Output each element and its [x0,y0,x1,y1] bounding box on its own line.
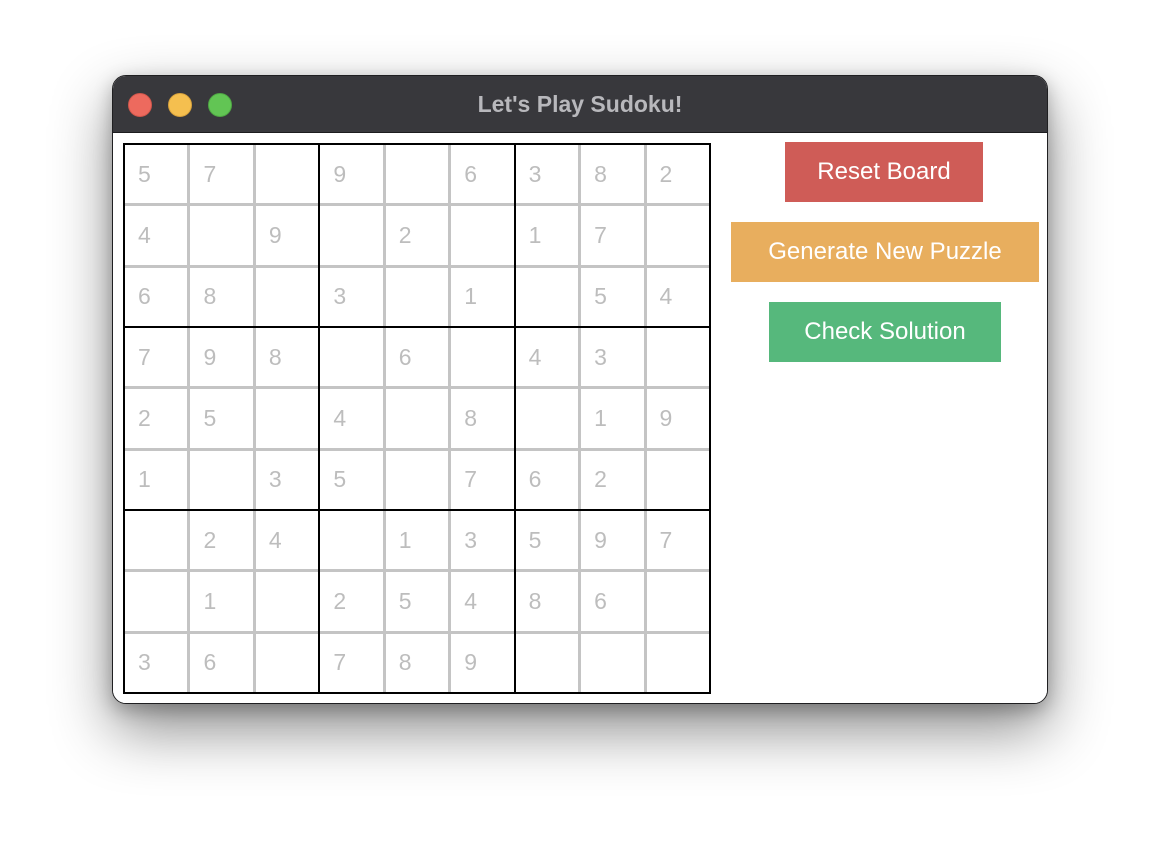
sudoku-cell[interactable]: 1 [125,450,188,509]
sudoku-box: 798 251 3 [125,328,319,509]
sudoku-cell[interactable]: 3 [515,145,579,204]
sudoku-cell[interactable] [646,328,709,387]
sudoku-cell[interactable] [646,572,709,631]
app-window: Let's Play Sudoku! 574968962313821754798… [112,75,1048,704]
window-content: 5749689623138217547982513648574319622413… [113,133,1047,703]
title-bar: Let's Play Sudoku! [113,76,1047,133]
sudoku-box: 382 1754 [515,145,709,326]
sudoku-cell[interactable]: 1 [385,511,449,570]
sudoku-cell[interactable] [125,572,188,631]
sudoku-cell[interactable] [646,633,709,692]
sudoku-cell[interactable]: 5 [515,511,579,570]
sudoku-cell[interactable]: 8 [581,145,644,204]
sudoku-cell[interactable]: 3 [255,450,319,509]
sudoku-cell[interactable]: 4 [125,206,188,265]
sudoku-cell[interactable]: 3 [125,633,188,692]
sudoku-cell[interactable] [255,145,319,204]
sudoku-cell[interactable]: 8 [190,267,253,326]
sudoku-cell[interactable] [385,389,449,448]
sudoku-cell[interactable]: 4 [255,511,319,570]
sudoku-cell[interactable] [385,267,449,326]
sudoku-cell[interactable]: 4 [451,572,514,631]
sudoku-cell[interactable]: 4 [646,267,709,326]
sudoku-cell[interactable]: 2 [581,450,644,509]
sudoku-cell[interactable]: 3 [451,511,514,570]
sudoku-cell[interactable] [255,389,319,448]
sudoku-cell[interactable] [515,389,579,448]
sudoku-cell[interactable] [451,206,514,265]
sudoku-cell[interactable] [320,206,383,265]
window-title: Let's Play Sudoku! [477,91,683,117]
sudoku-cell[interactable] [190,206,253,265]
sudoku-cell[interactable] [515,633,579,692]
sudoku-cell[interactable] [255,633,319,692]
sudoku-cell[interactable]: 2 [385,206,449,265]
sudoku-cell[interactable]: 6 [385,328,449,387]
sudoku-cell[interactable]: 7 [125,328,188,387]
sudoku-cell[interactable]: 6 [581,572,644,631]
sudoku-box: 64 8 5 7 [320,328,514,509]
sudoku-box: 4319 62 [515,328,709,509]
sudoku-cell[interactable]: 8 [255,328,319,387]
sudoku-cell[interactable]: 2 [190,511,253,570]
sudoku-cell[interactable]: 5 [320,450,383,509]
sudoku-cell[interactable] [320,328,383,387]
sudoku-box: 574 9 68 [125,145,319,326]
sudoku-cell[interactable] [515,267,579,326]
sudoku-cell[interactable]: 7 [581,206,644,265]
sudoku-cell[interactable]: 9 [646,389,709,448]
sudoku-cell[interactable]: 7 [646,511,709,570]
generate-new-puzzle-button[interactable]: Generate New Puzzle [731,222,1039,282]
sudoku-box: 597 86 [515,511,709,692]
sudoku-cell[interactable]: 8 [451,389,514,448]
sudoku-cell[interactable] [451,328,514,387]
sudoku-cell[interactable] [646,206,709,265]
sudoku-cell[interactable]: 2 [646,145,709,204]
sudoku-cell[interactable]: 7 [320,633,383,692]
sudoku-cell[interactable] [581,633,644,692]
sudoku-cell[interactable]: 9 [320,145,383,204]
sudoku-cell[interactable]: 3 [581,328,644,387]
sudoku-cell[interactable] [190,450,253,509]
sudoku-cell[interactable] [320,511,383,570]
sudoku-cell[interactable]: 2 [320,572,383,631]
sudoku-cell[interactable]: 1 [581,389,644,448]
sudoku-cell[interactable] [255,572,319,631]
sudoku-cell[interactable]: 8 [385,633,449,692]
sudoku-cell[interactable] [125,511,188,570]
sudoku-cell[interactable] [646,450,709,509]
sudoku-cell[interactable]: 4 [515,328,579,387]
sudoku-board: 5749689623138217547982513648574319622413… [123,143,711,694]
sudoku-cell[interactable]: 4 [320,389,383,448]
sudoku-cell[interactable]: 6 [451,145,514,204]
sudoku-cell[interactable]: 2 [125,389,188,448]
sudoku-cell[interactable]: 9 [255,206,319,265]
sudoku-cell[interactable]: 1 [515,206,579,265]
sudoku-cell[interactable]: 8 [515,572,579,631]
reset-board-button[interactable]: Reset Board [785,142,983,202]
sudoku-cell[interactable]: 7 [190,145,253,204]
sudoku-cell[interactable]: 9 [581,511,644,570]
sudoku-cell[interactable]: 5 [125,145,188,204]
sudoku-cell[interactable] [385,450,449,509]
sudoku-cell[interactable]: 6 [190,633,253,692]
sudoku-cell[interactable]: 5 [385,572,449,631]
sudoku-cell[interactable]: 5 [581,267,644,326]
sudoku-cell[interactable]: 6 [125,267,188,326]
sudoku-cell[interactable]: 1 [451,267,514,326]
sudoku-cell[interactable]: 6 [515,450,579,509]
sudoku-cell[interactable]: 9 [190,328,253,387]
check-solution-button[interactable]: Check Solution [769,302,1001,362]
sudoku-cell[interactable]: 5 [190,389,253,448]
sudoku-cell[interactable] [385,145,449,204]
sudoku-box: 24136 [125,511,319,692]
sudoku-box: 13 254 789 [320,511,514,692]
sudoku-cell[interactable] [255,267,319,326]
sudoku-cell[interactable]: 7 [451,450,514,509]
sudoku-cell[interactable]: 1 [190,572,253,631]
sudoku-cell[interactable]: 9 [451,633,514,692]
sudoku-box: 9 623 1 [320,145,514,326]
sudoku-cell[interactable]: 3 [320,267,383,326]
